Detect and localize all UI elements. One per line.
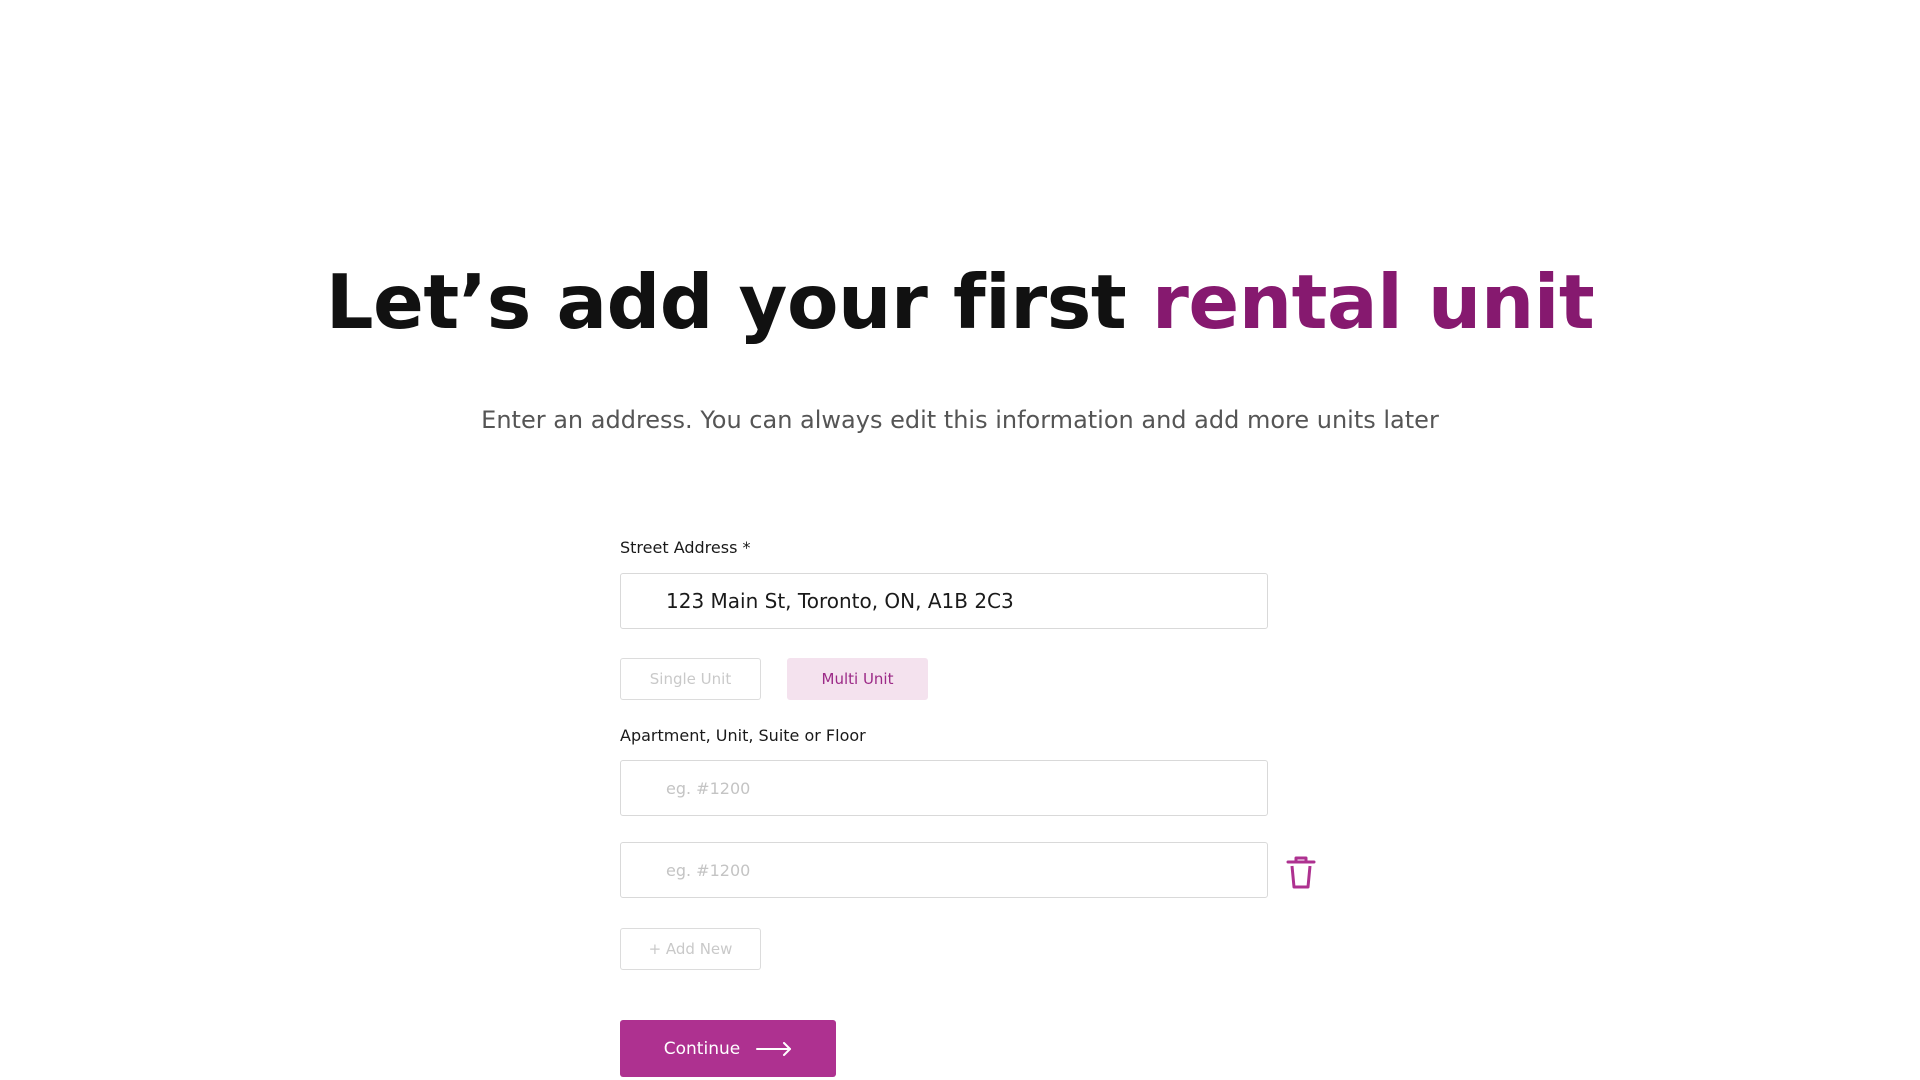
onboarding-page: Let’s add your first rental unit Enter a… bbox=[0, 0, 1920, 1080]
page-title-prefix: Let’s add your first bbox=[325, 258, 1152, 346]
continue-button-label: Continue bbox=[663, 1038, 741, 1059]
page-title: Let’s add your first rental unit bbox=[0, 258, 1920, 346]
unit-field-label: Apartment, Unit, Suite or Floor bbox=[620, 726, 866, 745]
arrow-right-icon bbox=[756, 1041, 792, 1056]
trash-icon[interactable] bbox=[1286, 856, 1316, 890]
multi-unit-toggle[interactable]: Multi Unit bbox=[787, 658, 928, 700]
page-title-accent: rental unit bbox=[1151, 258, 1595, 346]
street-address-label: Street Address * bbox=[620, 538, 751, 557]
street-address-input[interactable] bbox=[620, 573, 1268, 629]
page-subtitle: Enter an address. You can always edit th… bbox=[481, 406, 1439, 434]
add-new-unit-button[interactable]: + Add New bbox=[620, 928, 761, 970]
unit-input-2[interactable] bbox=[620, 842, 1268, 898]
continue-button[interactable]: Continue bbox=[620, 1020, 836, 1077]
single-unit-toggle[interactable]: Single Unit bbox=[620, 658, 761, 700]
unit-input-1[interactable] bbox=[620, 760, 1268, 816]
